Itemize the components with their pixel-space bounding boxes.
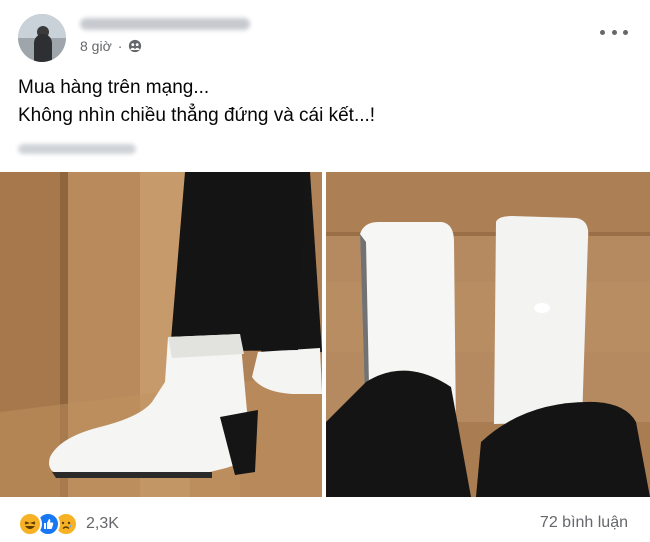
caption-line-1: Mua hàng trên mạng... [18, 77, 210, 98]
reaction-summary[interactable]: 2,3K [18, 512, 119, 536]
boot-top-illustration [326, 172, 650, 497]
comment-count[interactable]: 72 bình luận [540, 514, 628, 532]
post-meta: 8 giờ · [80, 38, 142, 54]
tagged-name-blurred [18, 144, 136, 154]
photo-boot-top[interactable] [326, 172, 650, 497]
author-name-blurred [80, 18, 250, 30]
photo-boot-side[interactable] [0, 172, 322, 497]
author-name[interactable] [80, 14, 260, 34]
more-options-icon[interactable] [600, 24, 628, 40]
friends-icon[interactable] [128, 39, 142, 53]
author-avatar[interactable] [18, 14, 66, 62]
post-time[interactable]: 8 giờ [80, 38, 112, 54]
facebook-post: 8 giờ · Mua hàng trên mạng... Không nhìn… [0, 0, 650, 542]
post-caption: Mua hàng trên mạng... Không nhìn chiều t… [18, 74, 375, 130]
caption-line-2: Không nhìn chiều thẳng đứng và cái kết..… [18, 105, 376, 126]
haha-icon [18, 512, 42, 536]
boot-side-illustration [0, 172, 322, 497]
reaction-count[interactable]: 2,3K [86, 515, 119, 533]
tagged-name[interactable] [18, 140, 138, 158]
